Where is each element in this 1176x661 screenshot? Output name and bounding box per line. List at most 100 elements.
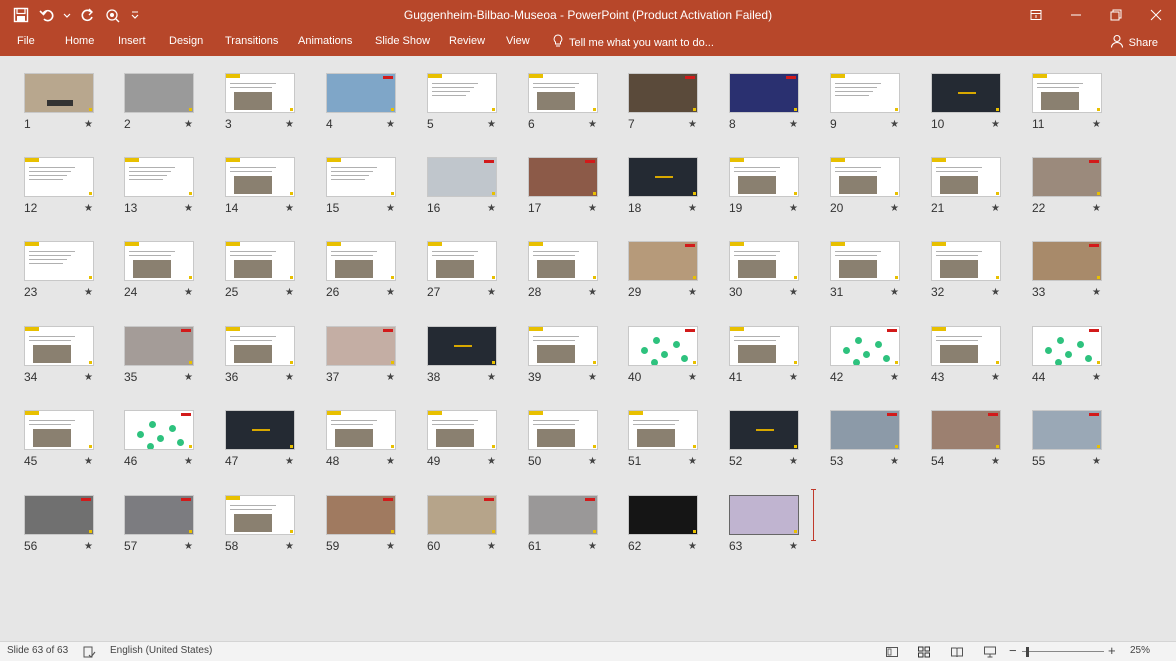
slide-thumbnail[interactable] (830, 326, 900, 366)
slide-thumbnail[interactable] (931, 73, 1001, 113)
slide-thumbnail[interactable] (124, 73, 194, 113)
slide-thumbnail[interactable] (124, 410, 194, 450)
animation-star-icon[interactable]: ★ (890, 119, 899, 130)
slide-thumbnail[interactable] (1032, 73, 1102, 113)
slide-thumbnail[interactable] (729, 73, 799, 113)
slide-thumbnail[interactable] (528, 157, 598, 197)
tab-insert[interactable]: Insert (118, 35, 146, 47)
animation-star-icon[interactable]: ★ (991, 456, 1000, 467)
animation-star-icon[interactable]: ★ (890, 287, 899, 298)
animation-star-icon[interactable]: ★ (386, 456, 395, 467)
slide-thumbnail[interactable] (628, 241, 698, 281)
slide-thumbnail[interactable] (24, 157, 94, 197)
animation-star-icon[interactable]: ★ (184, 372, 193, 383)
animation-star-icon[interactable]: ★ (1092, 119, 1101, 130)
slide-thumbnail[interactable] (124, 495, 194, 535)
zoom-out-button[interactable]: − (1009, 643, 1017, 658)
animation-star-icon[interactable]: ★ (789, 203, 798, 214)
slide-thumbnail[interactable] (24, 410, 94, 450)
slide-thumbnail[interactable] (931, 241, 1001, 281)
animation-star-icon[interactable]: ★ (688, 287, 697, 298)
animation-star-icon[interactable]: ★ (386, 541, 395, 552)
animation-star-icon[interactable]: ★ (1092, 203, 1101, 214)
close-icon[interactable] (1136, 0, 1176, 30)
animation-star-icon[interactable]: ★ (386, 372, 395, 383)
animation-star-icon[interactable]: ★ (487, 119, 496, 130)
tell-me-box[interactable]: Tell me what you want to do... (552, 34, 714, 51)
animation-star-icon[interactable]: ★ (688, 119, 697, 130)
slide-sorter-view-icon[interactable] (917, 645, 931, 659)
slide-thumbnail[interactable] (24, 326, 94, 366)
zoom-in-button[interactable]: + (1108, 643, 1116, 658)
slide-thumbnail[interactable] (729, 410, 799, 450)
animation-star-icon[interactable]: ★ (84, 456, 93, 467)
restore-icon[interactable] (1096, 0, 1136, 30)
animation-star-icon[interactable]: ★ (688, 456, 697, 467)
animation-star-icon[interactable]: ★ (991, 203, 1000, 214)
animation-star-icon[interactable]: ★ (789, 456, 798, 467)
animation-star-icon[interactable]: ★ (285, 119, 294, 130)
slide-thumbnail[interactable] (326, 326, 396, 366)
animation-star-icon[interactable]: ★ (991, 372, 1000, 383)
slide-thumbnail[interactable] (427, 73, 497, 113)
slide-thumbnail[interactable] (24, 73, 94, 113)
slide-thumbnail[interactable] (729, 157, 799, 197)
slide-thumbnail[interactable] (427, 326, 497, 366)
animation-star-icon[interactable]: ★ (487, 287, 496, 298)
slide-thumbnail[interactable] (326, 157, 396, 197)
slide-thumbnail[interactable] (225, 73, 295, 113)
animation-star-icon[interactable]: ★ (890, 372, 899, 383)
slide-thumbnail[interactable] (931, 157, 1001, 197)
zoom-level[interactable]: 25% (1130, 645, 1150, 656)
animation-star-icon[interactable]: ★ (386, 119, 395, 130)
slide-counter[interactable]: Slide 63 of 63 (7, 645, 68, 656)
slide-thumbnail[interactable] (628, 495, 698, 535)
animation-star-icon[interactable]: ★ (84, 541, 93, 552)
slide-thumbnail[interactable] (729, 241, 799, 281)
slide-thumbnail[interactable] (729, 326, 799, 366)
language-indicator[interactable]: English (United States) (110, 645, 212, 656)
animation-star-icon[interactable]: ★ (688, 203, 697, 214)
ribbon-display-options-icon[interactable] (1016, 0, 1056, 30)
animation-star-icon[interactable]: ★ (1092, 287, 1101, 298)
slide-thumbnail[interactable] (326, 495, 396, 535)
animation-star-icon[interactable]: ★ (789, 119, 798, 130)
slide-thumbnail[interactable] (225, 326, 295, 366)
slide-thumbnail[interactable] (830, 73, 900, 113)
animation-star-icon[interactable]: ★ (588, 119, 597, 130)
animation-star-icon[interactable]: ★ (789, 287, 798, 298)
slide-thumbnail[interactable] (830, 410, 900, 450)
slide-thumbnail[interactable] (1032, 157, 1102, 197)
animation-star-icon[interactable]: ★ (789, 372, 798, 383)
animation-star-icon[interactable]: ★ (1092, 456, 1101, 467)
animation-star-icon[interactable]: ★ (285, 287, 294, 298)
slide-thumbnail[interactable] (1032, 410, 1102, 450)
animation-star-icon[interactable]: ★ (1092, 372, 1101, 383)
slide-thumbnail[interactable] (628, 326, 698, 366)
slide-thumbnail[interactable] (24, 241, 94, 281)
animation-star-icon[interactable]: ★ (588, 287, 597, 298)
slide-thumbnail[interactable] (931, 326, 1001, 366)
tab-design[interactable]: Design (169, 35, 203, 47)
animation-star-icon[interactable]: ★ (588, 372, 597, 383)
animation-star-icon[interactable]: ★ (285, 541, 294, 552)
animation-star-icon[interactable]: ★ (184, 119, 193, 130)
slide-thumbnail[interactable] (628, 73, 698, 113)
animation-star-icon[interactable]: ★ (487, 203, 496, 214)
slide-thumbnail[interactable] (427, 241, 497, 281)
slide-thumbnail[interactable] (225, 157, 295, 197)
animation-star-icon[interactable]: ★ (890, 203, 899, 214)
minimize-icon[interactable] (1056, 0, 1096, 30)
animation-star-icon[interactable]: ★ (991, 119, 1000, 130)
animation-star-icon[interactable]: ★ (890, 456, 899, 467)
slide-thumbnail[interactable] (528, 241, 598, 281)
slide-thumbnail[interactable] (124, 157, 194, 197)
animation-star-icon[interactable]: ★ (184, 203, 193, 214)
tab-file[interactable]: File (17, 35, 35, 47)
slide-thumbnail[interactable] (729, 495, 799, 535)
animation-star-icon[interactable]: ★ (487, 372, 496, 383)
slide-thumbnail[interactable] (225, 495, 295, 535)
tab-home[interactable]: Home (65, 35, 94, 47)
slide-thumbnail[interactable] (528, 73, 598, 113)
slide-thumbnail[interactable] (830, 157, 900, 197)
